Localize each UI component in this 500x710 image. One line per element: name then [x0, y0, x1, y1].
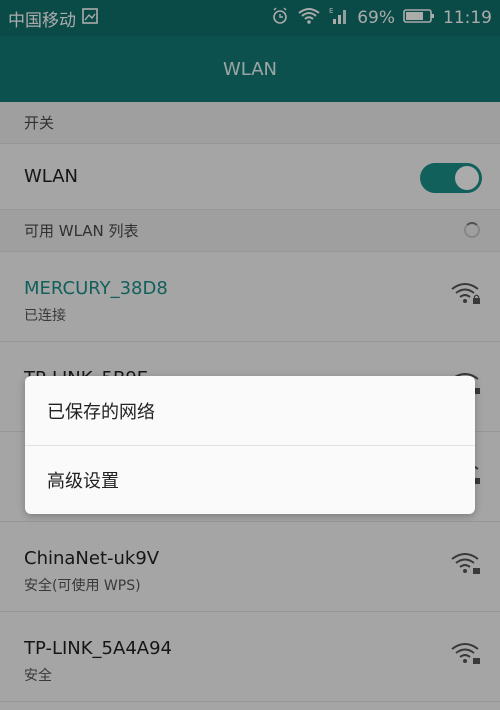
saved-networks-menu-item[interactable]: 已保存的网络 — [25, 376, 475, 445]
dim-overlay[interactable] — [0, 0, 500, 710]
options-popup-menu: 已保存的网络 高级设置 — [25, 376, 475, 514]
advanced-settings-menu-item[interactable]: 高级设置 — [25, 445, 475, 514]
